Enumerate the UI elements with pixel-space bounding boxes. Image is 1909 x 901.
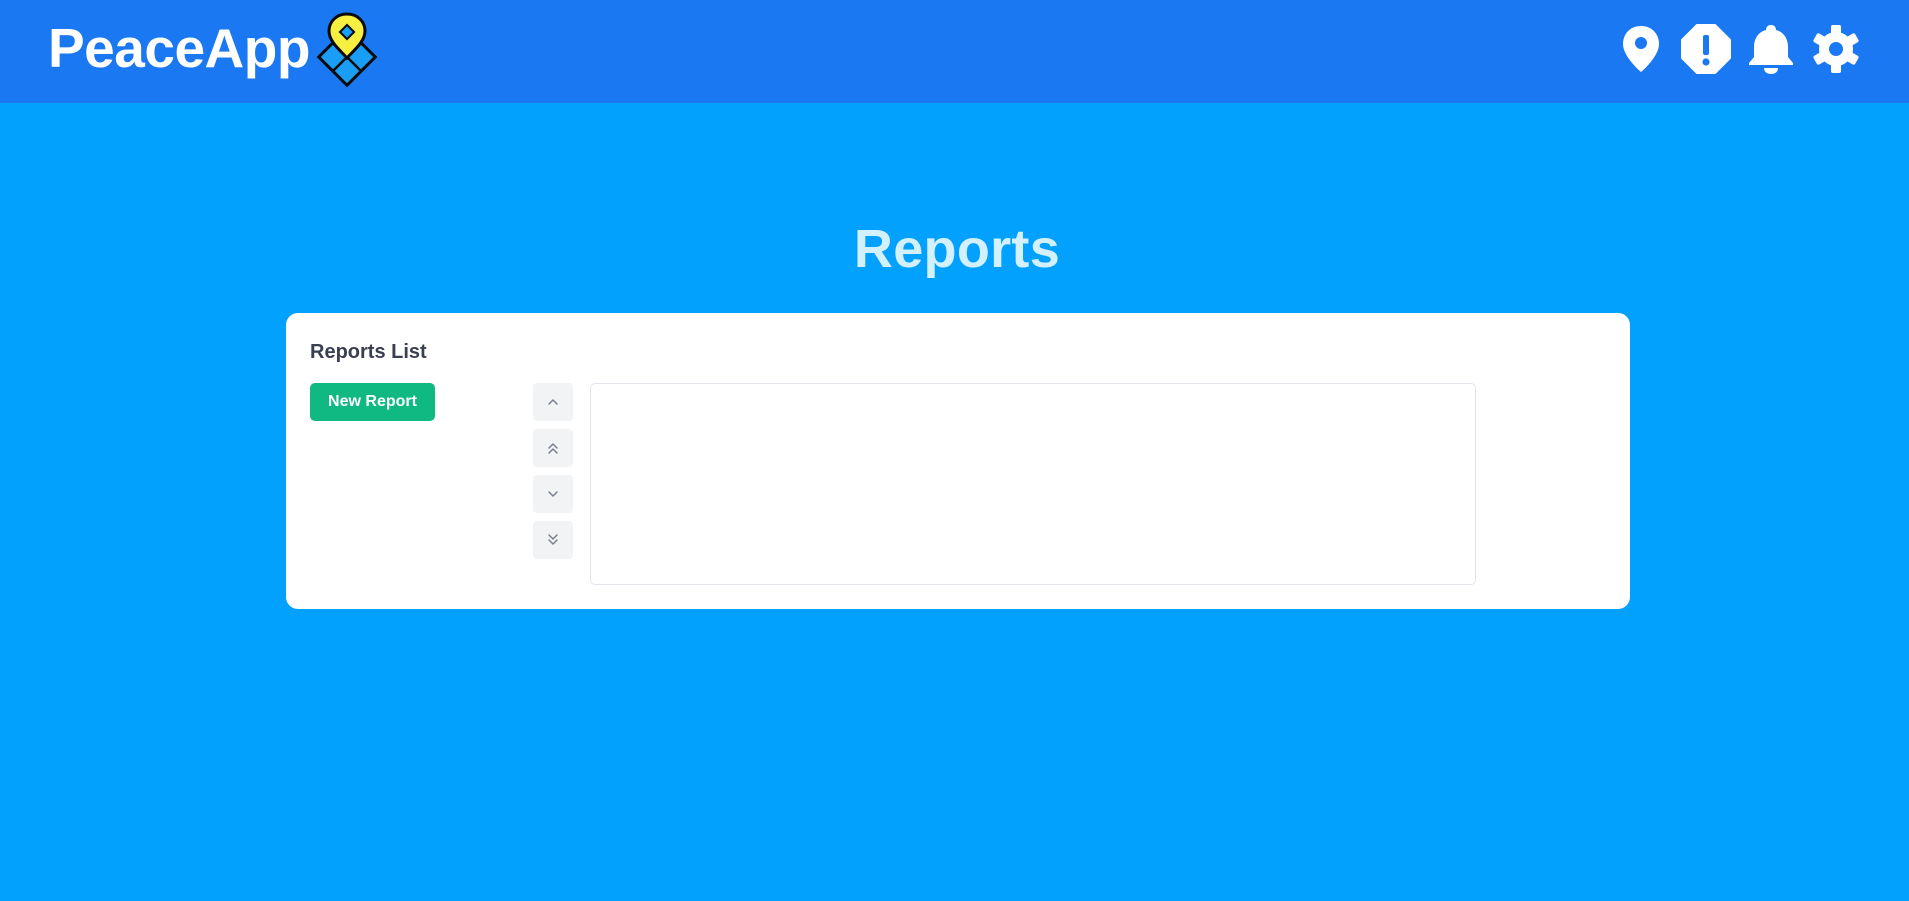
new-report-button[interactable]: New Report (310, 383, 435, 421)
chevron-up-icon (548, 399, 558, 405)
double-chevron-up-icon (548, 443, 558, 454)
move-bottom-button[interactable] (533, 521, 573, 559)
chevron-down-icon (548, 491, 558, 497)
page-title: Reports (853, 219, 1061, 279)
alert-octagon-icon[interactable] (1681, 22, 1731, 76)
location-pin-icon[interactable] (1616, 22, 1666, 76)
app-name: PeaceApp (48, 16, 310, 79)
brand[interactable]: PeaceApp (48, 8, 388, 88)
header-actions (1601, 22, 1861, 76)
order-controls (533, 383, 573, 567)
reports-list[interactable] (590, 383, 1476, 585)
move-top-button[interactable] (533, 429, 573, 467)
reports-list-title: Reports List (310, 341, 427, 363)
move-down-button[interactable] (533, 475, 573, 513)
gear-icon[interactable] (1811, 22, 1861, 76)
map-pin-grid-logo (316, 12, 378, 88)
double-chevron-down-icon (548, 534, 558, 545)
move-up-button[interactable] (533, 383, 573, 421)
reports-card: Reports List New Report (286, 313, 1630, 609)
top-navbar: PeaceApp (0, 0, 1909, 103)
bell-icon[interactable] (1746, 22, 1796, 76)
